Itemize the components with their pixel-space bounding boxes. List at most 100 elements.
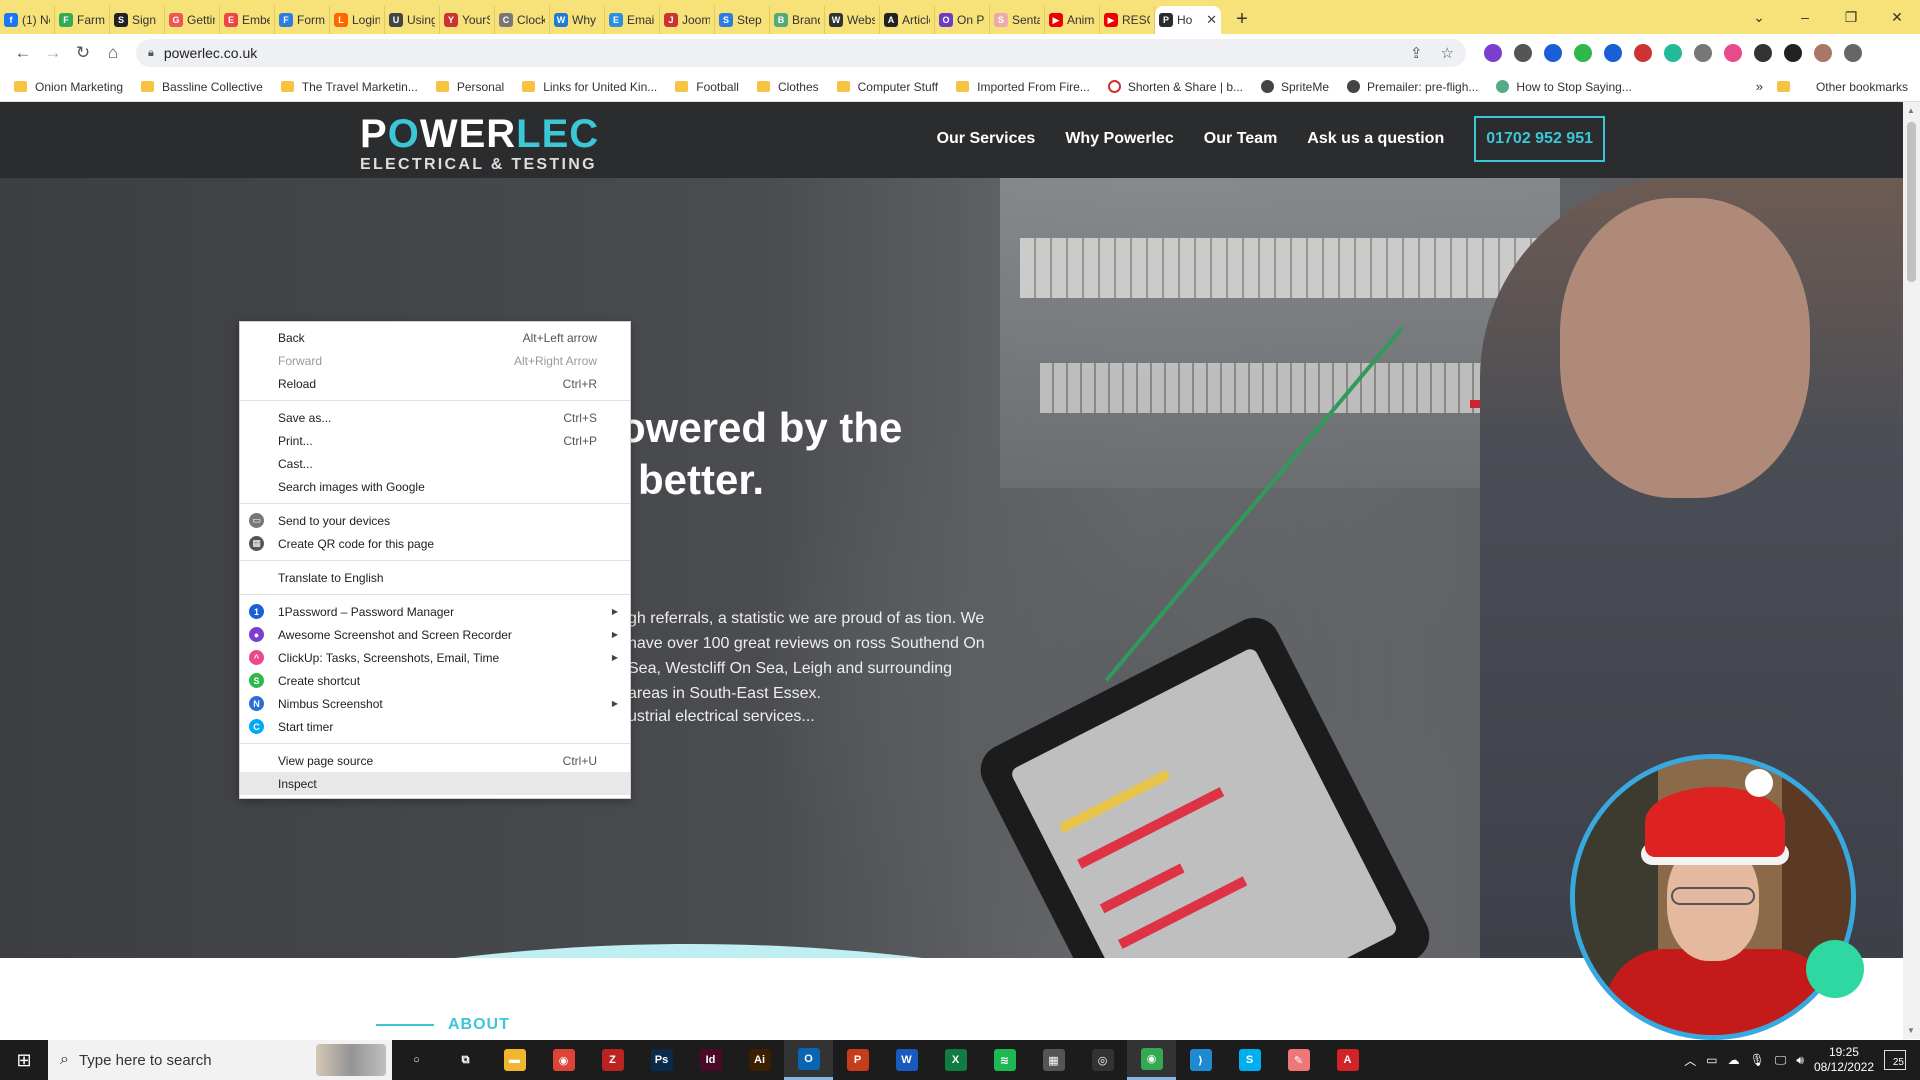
menu-item-view-page-source[interactable]: View page source Ctrl+U [240, 749, 630, 772]
taskbar-search[interactable]: ⌕ Type here to search [48, 1040, 392, 1080]
restore-icon[interactable]: ❐ [1828, 9, 1874, 26]
profile-avatar[interactable] [1814, 44, 1832, 62]
menu-item-create-qr-code-for-this-page[interactable]: ▦ Create QR code for this page [240, 532, 630, 555]
menu-item-send-to-your-devices[interactable]: ▭ Send to your devices [240, 509, 630, 532]
menu-item-search-images-with-google[interactable]: Search images with Google [240, 475, 630, 498]
bookmark-item[interactable]: The Travel Marketin... [280, 80, 418, 94]
extension-badge-icon[interactable] [1544, 44, 1562, 62]
vscode-icon[interactable]: ⟩ [1176, 1040, 1225, 1080]
awesome-screenshot-icon[interactable] [1484, 44, 1502, 62]
menu-item-1password-password-manager[interactable]: 1 1Password – Password Manager ▶ [240, 600, 630, 623]
browser-tab[interactable]: F Farmi [55, 6, 110, 34]
browser-tab[interactable]: L Login [330, 6, 385, 34]
bookmark-item[interactable]: Premailer: pre-fligh... [1347, 80, 1478, 94]
task-view-icon[interactable]: ⧉ [441, 1040, 490, 1080]
bookmark-item[interactable]: Computer Stuff [836, 80, 938, 94]
word-icon[interactable]: W [882, 1040, 931, 1080]
browser-tab[interactable]: E Embe [220, 6, 275, 34]
grammar-extension-icon[interactable] [1574, 44, 1592, 62]
outlook-icon[interactable]: O [784, 1040, 833, 1080]
windows-start-icon[interactable]: ⊞ [0, 1040, 48, 1080]
browser-tab[interactable]: G Gettin [165, 6, 220, 34]
bookmark-item[interactable]: Shorten & Share | b... [1107, 80, 1243, 94]
bu-extension-icon[interactable] [1664, 44, 1682, 62]
tab-close-icon[interactable]: ✕ [1206, 12, 1217, 28]
browser-tab[interactable]: ▶ RESOl [1100, 6, 1155, 34]
page-scrollbar[interactable]: ▲ ▼ [1903, 102, 1920, 1039]
file-explorer-icon[interactable]: ▬ [490, 1040, 539, 1080]
calculator-icon[interactable]: ▦ [1029, 1040, 1078, 1080]
browser-tab[interactable]: S Step 1 [715, 6, 770, 34]
share-icon[interactable]: ⇪ [1410, 44, 1423, 62]
new-tab-button[interactable]: + [1225, 8, 1259, 31]
tab-search-icon[interactable]: ⌄ [1736, 9, 1782, 26]
filezilla-icon[interactable]: Z [588, 1040, 637, 1080]
bookmark-item[interactable]: SpriteMe [1261, 80, 1329, 94]
cortana-icon[interactable]: ○ [392, 1040, 441, 1080]
excel-icon[interactable]: X [931, 1040, 980, 1080]
browser-tab[interactable]: U Using [385, 6, 440, 34]
bookmark-item[interactable]: Imported From Fire... [956, 80, 1090, 94]
chat-widget-button[interactable] [1806, 940, 1864, 998]
tray-overflow-icon[interactable]: ︿ [1684, 1052, 1696, 1069]
illustrator-icon[interactable]: Ai [735, 1040, 784, 1080]
menu-item-clickup-tasks-screenshots-email-time[interactable]: ^ ClickUp: Tasks, Screenshots, Email, Tim… [240, 646, 630, 669]
bookmark-item[interactable]: How to Stop Saying... [1496, 80, 1632, 94]
browser-tab[interactable]: S Sign i [110, 6, 165, 34]
x-extension-icon[interactable] [1634, 44, 1652, 62]
browser-tab[interactable]: C Clocki [495, 6, 550, 34]
menu-item-forward[interactable]: Forward Alt+Right Arrow [240, 349, 630, 372]
powerlec-logo[interactable]: POWERLEC ELECTRICAL & TESTING [360, 114, 599, 174]
menu-item-create-shortcut[interactable]: S Create shortcut [240, 669, 630, 692]
chrome-dev-icon[interactable]: ◉ [539, 1040, 588, 1080]
acrobat-icon[interactable]: A [1323, 1040, 1372, 1080]
other-bookmarks[interactable]: Other bookmarks [1776, 80, 1908, 94]
indesign-icon[interactable]: Id [686, 1040, 735, 1080]
display-icon[interactable]: 🖵 [1775, 1053, 1787, 1068]
browser-tab[interactable]: W Websi [825, 6, 880, 34]
back-icon[interactable]: ← [8, 43, 38, 63]
menu-item-start-timer[interactable]: C Start timer [240, 715, 630, 738]
browser-tab[interactable]: A Article [880, 6, 935, 34]
browser-tab[interactable]: Y YourS [440, 6, 495, 34]
menu-kebab-icon[interactable] [1844, 44, 1862, 62]
forward-icon[interactable]: → [38, 43, 68, 63]
system-clock[interactable]: 19:25 08/12/2022 [1814, 1045, 1874, 1075]
onedrive-icon[interactable]: ☁ [1728, 1053, 1740, 1067]
spotify-icon[interactable]: ≋ [980, 1040, 1029, 1080]
nav-why-powerlec[interactable]: Why Powerlec [1065, 130, 1173, 148]
browser-tab[interactable]: S Senta [990, 6, 1045, 34]
menu-item-back[interactable]: Back Alt+Left arrow [240, 326, 630, 349]
window-close-icon[interactable]: ✕ [1874, 9, 1920, 26]
powerpoint-icon[interactable]: P [833, 1040, 882, 1080]
menu-item-translate-to-english[interactable]: Translate to English [240, 566, 630, 589]
phone-button[interactable]: 01702 952 951 [1474, 116, 1605, 162]
menu-item-cast[interactable]: Cast... [240, 452, 630, 475]
address-bar[interactable]: 🔒︎ powerlec.co.uk ⇪ ☆ [136, 39, 1466, 67]
browser-tab[interactable]: ▶ Anima [1045, 6, 1100, 34]
browser-tab[interactable]: E Email [605, 6, 660, 34]
bookmark-star-icon[interactable]: ☆ [1441, 44, 1454, 62]
bookmark-item[interactable]: Clothes [756, 80, 819, 94]
scroll-up-icon[interactable]: ▲ [1907, 106, 1915, 115]
menu-item-reload[interactable]: Reload Ctrl+R [240, 372, 630, 395]
clickup-icon[interactable] [1724, 44, 1742, 62]
obs-icon[interactable]: ◎ [1078, 1040, 1127, 1080]
menu-item-inspect[interactable]: Inspect [240, 772, 630, 795]
reload-icon[interactable]: ↻ [68, 43, 98, 63]
chrome-icon[interactable]: ◉ [1127, 1040, 1176, 1080]
side-panel-icon[interactable] [1784, 44, 1802, 62]
scroll-down-icon[interactable]: ▼ [1907, 1026, 1915, 1035]
1password-icon[interactable] [1604, 44, 1622, 62]
bookmark-item[interactable]: Personal [435, 80, 504, 94]
bookmark-item[interactable]: Onion Marketing [14, 80, 123, 94]
bookmarks-overflow-icon[interactable]: » [1756, 79, 1763, 94]
menu-item-print[interactable]: Print... Ctrl+P [240, 429, 630, 452]
browser-tab-active[interactable]: P Ho ✕ [1155, 6, 1221, 34]
photoshop-icon[interactable]: Ps [637, 1040, 686, 1080]
menu-item-nimbus-screenshot[interactable]: N Nimbus Screenshot ▶ [240, 692, 630, 715]
nav-ask-question[interactable]: Ask us a question [1307, 130, 1444, 148]
extensions-puzzle-icon[interactable] [1754, 44, 1772, 62]
home-icon[interactable]: ⌂ [98, 43, 128, 63]
minimize-icon[interactable]: – [1782, 9, 1828, 25]
